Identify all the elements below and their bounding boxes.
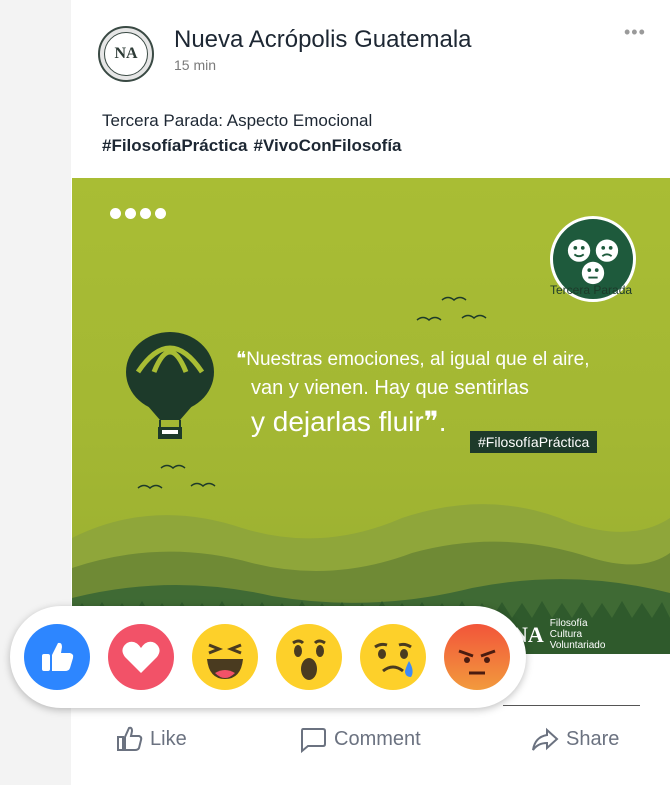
share-icon: [532, 727, 559, 751]
caption-hashtags: #FilosofíaPráctica #VivoConFilosofía: [102, 133, 408, 158]
like-label: Like: [150, 727, 187, 750]
logo-word: Filosofía: [549, 618, 588, 629]
quote-line: ❝Nuestras emociones, al igual que el air…: [236, 349, 590, 370]
image-hashtag: #FilosofíaPráctica: [470, 431, 598, 453]
comment-label: Comment: [334, 727, 421, 750]
like-button[interactable]: Like: [114, 724, 187, 754]
facebook-icon: [140, 208, 151, 219]
comment-icon: [301, 728, 326, 754]
page-avatar[interactable]: NA: [98, 26, 154, 82]
social-icons: [110, 208, 166, 219]
sad-reaction-icon[interactable]: [360, 624, 426, 690]
logo-word: Voluntariado: [549, 640, 606, 651]
love-reaction-icon[interactable]: [108, 624, 174, 690]
youtube-icon: [125, 208, 136, 219]
comment-button[interactable]: Comment: [298, 724, 421, 754]
birds-icon: [416, 296, 487, 321]
wow-reaction-icon[interactable]: [276, 624, 342, 690]
hashtag-link[interactable]: #FilosofíaPráctica: [102, 136, 248, 155]
logo-word: Cultura: [549, 629, 583, 640]
quote-text: ❝Nuestras emociones, al igual que el air…: [236, 346, 589, 442]
thumbs-up-icon: [117, 726, 143, 751]
logo-words: Filosofía Cultura Voluntariado: [550, 618, 606, 651]
instagram-icon: [155, 208, 166, 219]
page-name[interactable]: Nueva Acrópolis Guatemala: [174, 26, 472, 54]
quote-line: van y vienen. Hay que sentirlas: [251, 377, 529, 399]
more-options-button[interactable]: •••: [624, 22, 646, 43]
hashtag-link[interactable]: #VivoConFilosofía: [254, 136, 402, 155]
hot-air-balloon-icon: [126, 332, 214, 439]
divider: [503, 705, 640, 706]
like-reaction-icon[interactable]: [24, 624, 90, 690]
organization-logo: NA Filosofía Cultura Voluntariado: [512, 618, 605, 651]
post-caption: Tercera Parada: Aspecto Emocional #Filos…: [102, 108, 408, 158]
haha-reaction-icon[interactable]: [192, 624, 258, 690]
post-timestamp[interactable]: 15 min: [174, 57, 216, 73]
reactions-picker: [10, 606, 526, 708]
caption-line: Tercera Parada: Aspecto Emocional: [102, 111, 373, 130]
page-logo-icon: NA: [104, 32, 148, 76]
twitter-icon: [110, 208, 121, 219]
angry-reaction-icon[interactable]: [444, 624, 510, 690]
badge-label: Tercera Parada: [550, 283, 633, 297]
share-button[interactable]: Share: [530, 724, 619, 754]
post-image[interactable]: Tercera Parada ❝Nuestras emociones, al i…: [72, 178, 670, 654]
share-label: Share: [566, 727, 620, 750]
